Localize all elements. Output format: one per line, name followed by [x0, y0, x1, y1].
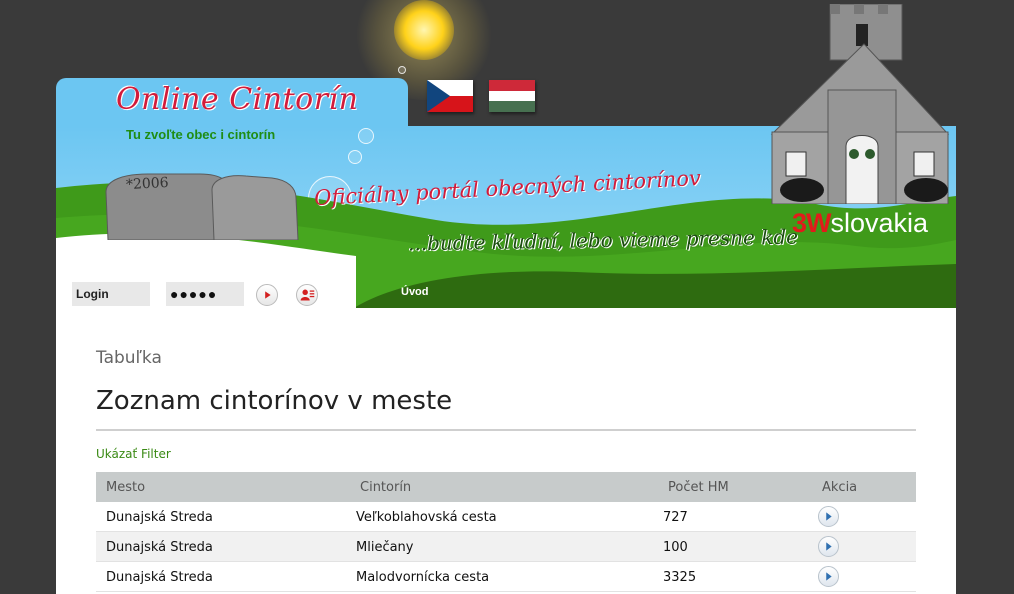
row-action-play-button[interactable] [818, 506, 839, 527]
login-input[interactable] [72, 282, 150, 306]
row-action-play-button[interactable] [818, 536, 839, 557]
login-bar [56, 270, 354, 308]
site-logo-title[interactable]: Online Cintorín [116, 82, 358, 117]
cell-cintorin: Veľkoblahovská cesta [356, 510, 497, 525]
brand-logo[interactable]: 3Wslovakia [792, 208, 928, 239]
czech-flag-icon[interactable] [427, 80, 473, 112]
bubble-icon [398, 66, 406, 74]
column-header-cintorin[interactable]: Cintorín [360, 480, 411, 495]
row-action-play-button[interactable] [818, 566, 839, 587]
table-row: Dunajská Streda Malodvornícka cesta 3325 [96, 562, 916, 592]
hungarian-flag-icon[interactable] [489, 80, 535, 112]
column-header-akcia: Akcia [822, 480, 858, 495]
register-user-icon[interactable] [296, 284, 318, 306]
breadcrumb: Tabuľka [96, 348, 162, 368]
sun-icon [394, 0, 454, 60]
tombstone-year: *2006 [125, 174, 170, 194]
bubble-icon [358, 128, 374, 144]
cell-pocet-hm: 3325 [663, 570, 697, 585]
password-input[interactable] [166, 282, 244, 306]
cell-mesto: Dunajská Streda [106, 570, 213, 585]
table-header: Mesto Cintorín Počet HM Akcia [96, 472, 916, 502]
site-header: *2006 Online Cintorín Tu zvoľte obec i c… [56, 0, 956, 308]
cell-pocet-hm: 727 [663, 510, 688, 525]
cell-mesto: Dunajská Streda [106, 510, 213, 525]
cell-cintorin: Malodvornícka cesta [356, 570, 490, 585]
site-logo-subtitle: Tu zvoľte obec i cintorín [126, 127, 276, 142]
title-divider [96, 429, 916, 431]
cell-pocet-hm: 100 [663, 540, 688, 555]
cemetery-table: Mesto Cintorín Počet HM Akcia Dunajská S… [96, 472, 916, 592]
brand-3w: 3W [792, 208, 831, 238]
table-row: Dunajská Streda Veľkoblahovská cesta 727 [96, 502, 916, 532]
login-submit-button[interactable] [256, 284, 278, 306]
page-title: Zoznam cintorínov v meste [96, 386, 453, 416]
show-filter-link[interactable]: Ukázať Filter [96, 447, 171, 461]
table-row: Dunajská Streda Mliečany 100 [96, 532, 916, 562]
chapel-icon [770, 4, 950, 204]
main-content: Tabuľka Zoznam cintorínov v meste Ukázať… [56, 308, 956, 594]
brand-name: slovakia [830, 208, 929, 238]
column-header-pocet-hm[interactable]: Počet HM [668, 480, 729, 495]
cell-cintorin: Mliečany [356, 540, 414, 555]
nav-item-uvod[interactable]: Úvod [401, 286, 429, 298]
column-header-mesto[interactable]: Mesto [106, 480, 145, 495]
main-navigation: Úvod [354, 278, 956, 308]
cell-mesto: Dunajská Streda [106, 540, 213, 555]
